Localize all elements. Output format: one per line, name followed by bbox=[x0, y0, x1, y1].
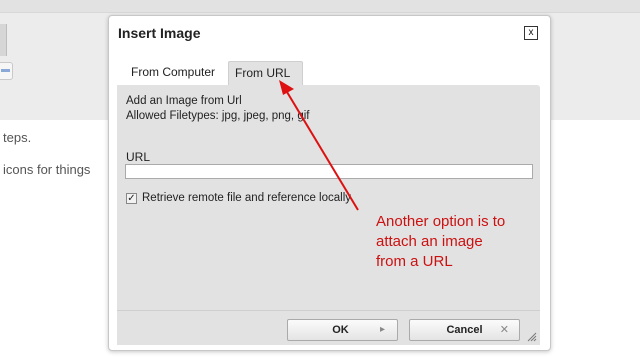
ok-button-label: OK bbox=[332, 324, 349, 336]
background-tab bbox=[0, 24, 7, 56]
background-text-line: icons for things bbox=[3, 162, 91, 177]
url-input[interactable] bbox=[125, 164, 533, 179]
url-label: URL bbox=[126, 150, 151, 164]
dialog-footer: OK ▸ Cancel ✕ bbox=[117, 310, 540, 345]
retrieve-remote-label[interactable]: Retrieve remote file and reference local… bbox=[142, 192, 351, 204]
ok-button[interactable]: OK ▸ bbox=[287, 319, 398, 341]
retrieve-remote-checkbox[interactable]: ✓ bbox=[126, 193, 137, 204]
background-top-strip bbox=[0, 0, 640, 13]
allowed-filetypes: Allowed Filetypes: jpg, jpeg, png, gif bbox=[126, 110, 310, 122]
tab-from-url[interactable]: From URL bbox=[228, 61, 303, 85]
cancel-button[interactable]: Cancel ✕ bbox=[409, 319, 520, 341]
tab-from-computer[interactable]: From Computer bbox=[125, 61, 225, 85]
resize-grip-icon[interactable] bbox=[527, 332, 537, 342]
dialog-title: Insert Image bbox=[118, 25, 201, 41]
annotation-callout: Another option is to attach an image fro… bbox=[376, 213, 506, 270]
arrow-right-icon: ▸ bbox=[379, 324, 385, 335]
file-icon bbox=[0, 62, 13, 80]
close-button[interactable]: x bbox=[524, 26, 538, 40]
background-text-line: teps. bbox=[3, 130, 32, 145]
insert-image-dialog: Insert Image x From Computer From URL Ad… bbox=[108, 15, 551, 351]
tab-panel-url: Add an Image from Url Allowed Filetypes:… bbox=[117, 85, 540, 310]
panel-heading: Add an Image from Url bbox=[126, 95, 242, 107]
close-icon: ✕ bbox=[499, 324, 509, 336]
